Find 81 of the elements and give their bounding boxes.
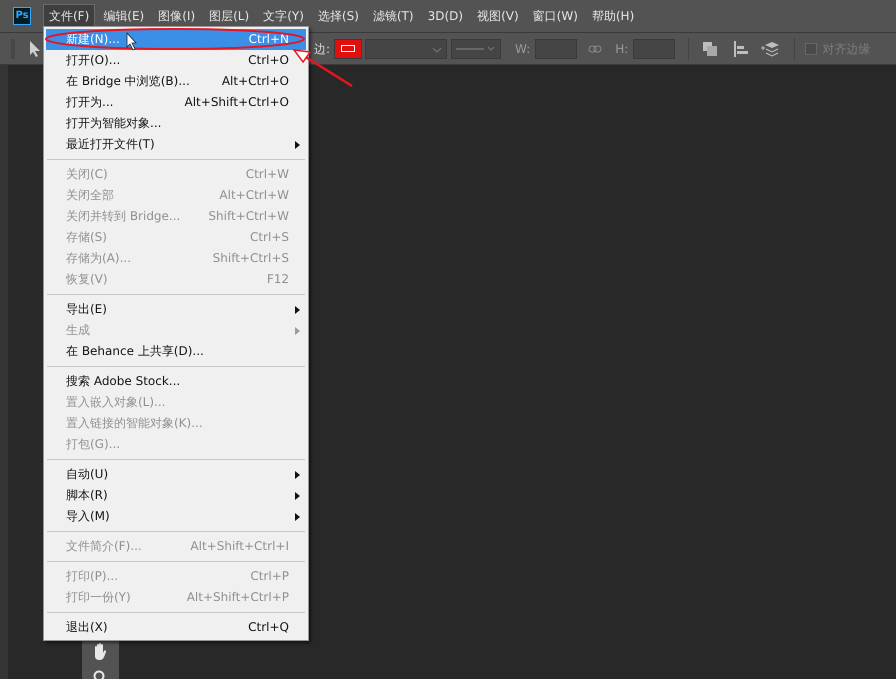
menu-option-label: 恢复(V)	[66, 271, 108, 288]
shortcut-label: Ctrl+N	[248, 31, 289, 48]
menu-option[interactable]: 脚本(R)	[46, 485, 306, 506]
menu-option-label: 打开为智能对象...	[66, 115, 162, 132]
shortcut-label: Ctrl+W	[246, 166, 289, 183]
height-label: H:	[615, 40, 628, 58]
menu-option[interactable]: 自动(U)	[46, 464, 306, 485]
menu-option-label: 存储(S)	[66, 229, 107, 246]
menu-option[interactable]: 导入(M)	[46, 506, 306, 527]
menu-option-label: 置入链接的智能对象(K)...	[66, 415, 203, 432]
menu-option[interactable]: 在 Bridge 中浏览(B)... Alt+Ctrl+O	[46, 71, 306, 92]
menu-item[interactable]: 选择(S)	[312, 4, 365, 28]
menu-option[interactable]: 打开为智能对象...	[46, 113, 306, 134]
menu-option-label: 生成	[66, 322, 90, 339]
shortcut-label: Alt+Shift+Ctrl+P	[186, 589, 289, 606]
menu-option[interactable]: 打开为... Alt+Shift+Ctrl+O	[46, 92, 306, 113]
menu-option[interactable]: 退出(X) Ctrl+Q	[46, 617, 306, 638]
zoom-tool-icon[interactable]	[93, 670, 107, 679]
menu-option-label: 文件简介(F)...	[66, 538, 142, 555]
shortcut-label: Ctrl+O	[248, 52, 289, 69]
menu-option-label: 导入(M)	[66, 508, 110, 525]
menu-item[interactable]: 3D(D)	[422, 4, 470, 28]
link-icon[interactable]	[588, 44, 602, 52]
menu-item[interactable]: 图像(I)	[152, 4, 202, 28]
width-field[interactable]	[535, 38, 578, 58]
menu-option-label: 导出(E)	[66, 301, 107, 318]
line-style-preview	[456, 48, 485, 50]
menu-option-label: 在 Bridge 中浏览(B)...	[66, 73, 190, 90]
chevron-down-icon	[432, 46, 442, 52]
menu-option-label: 退出(X)	[66, 619, 108, 636]
menu-item[interactable]: 文字(Y)	[257, 4, 310, 28]
shortcut-label: Alt+Ctrl+O	[222, 73, 289, 90]
menu-option-label: 自动(U)	[66, 466, 108, 483]
shortcut-label: Shift+Ctrl+W	[208, 208, 289, 225]
arrange-layers-icon[interactable]	[760, 40, 780, 56]
line-style-dropdown[interactable]	[451, 38, 502, 58]
menu-option-label: 打包(G)...	[66, 436, 120, 453]
menu-item[interactable]: 滤镜(T)	[366, 4, 420, 28]
shortcut-label: Ctrl+P	[250, 568, 289, 585]
menu-item[interactable]: 文件(F)	[43, 4, 96, 28]
menu-option[interactable]: 在 Behance 上共享(D)...	[46, 341, 306, 362]
menu-option-label: 在 Behance 上共享(D)...	[66, 343, 204, 360]
menu-option[interactable]: 最近打开文件(T)	[46, 134, 306, 155]
menu-option-label: 存储为(A)...	[66, 250, 132, 267]
app-logo[interactable]: Ps	[13, 7, 31, 25]
menu-option-label: 新建(N)...	[66, 31, 120, 48]
menu-option-label: 打开(O)...	[66, 52, 120, 69]
menu-option-label: 脚本(R)	[66, 487, 108, 504]
stroke-label: 边:	[314, 40, 330, 58]
menu-option[interactable]: 打开(O)... Ctrl+O	[46, 50, 306, 71]
menu-option-label: 关闭并转到 Bridge...	[66, 208, 180, 225]
shortcut-label: Shift+Ctrl+S	[212, 250, 289, 267]
menu-item[interactable]: 图层(L)	[203, 4, 256, 28]
menu-option-label: 置入嵌入对象(L)...	[66, 394, 166, 411]
shortcut-label: Alt+Shift+Ctrl+I	[190, 538, 289, 555]
menu-item[interactable]: 窗口(W)	[526, 4, 584, 28]
menu-option[interactable]: 导出(E)	[46, 299, 306, 320]
align-icon[interactable]	[734, 40, 748, 56]
menu-item[interactable]: 视图(V)	[471, 4, 525, 28]
menu-option-label: 打开为...	[66, 94, 114, 111]
menu-option-label: 打印一份(Y)	[66, 589, 131, 606]
menu-option[interactable]: 搜索 Adobe Stock...	[46, 371, 306, 392]
mouse-cursor-icon	[126, 32, 137, 51]
menu-option-label: 打印(P)...	[66, 568, 118, 585]
menu-item[interactable]: 帮助(H)	[586, 4, 640, 28]
menu-item[interactable]: 编辑(E)	[97, 4, 150, 28]
height-field[interactable]	[633, 38, 676, 58]
shortcut-label: Alt+Ctrl+W	[219, 187, 289, 204]
menu-option-label: 搜索 Adobe Stock...	[66, 373, 180, 390]
shortcut-label: Ctrl+Q	[248, 619, 289, 636]
path-operations-icon[interactable]	[703, 42, 718, 56]
width-label: W:	[515, 40, 530, 58]
move-tool-icon[interactable]	[29, 40, 41, 58]
shortcut-label: Ctrl+S	[250, 229, 289, 246]
menu-option-label: 最近打开文件(T)	[66, 136, 155, 153]
menu-option-label: 关闭全部	[66, 187, 114, 204]
chevron-down-icon	[488, 46, 495, 51]
menu-option-label: 关闭(C)	[66, 166, 108, 183]
stroke-swatch[interactable]	[334, 38, 362, 58]
shortcut-label: F12	[266, 271, 289, 288]
shortcut-label: Alt+Shift+Ctrl+O	[184, 94, 289, 111]
